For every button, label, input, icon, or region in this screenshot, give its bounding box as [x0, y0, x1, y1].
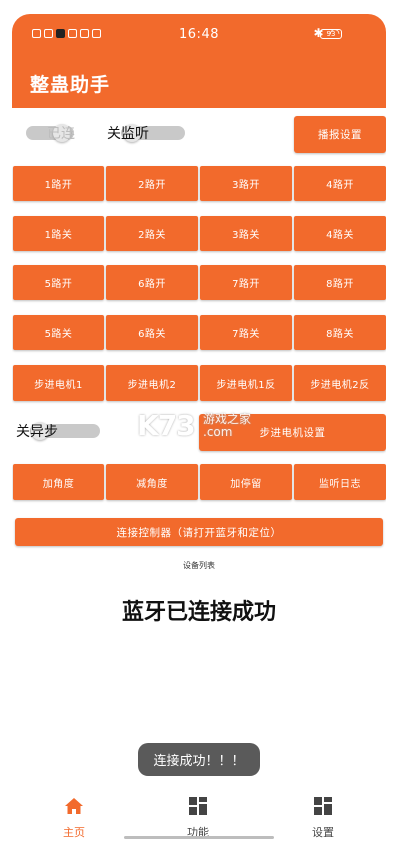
watermark-logo: K73 [137, 409, 196, 442]
app-frame: 16:48 ✱ ◠ 93 整蛊助手 已连 关监听 播报设置 1路开 2路开 3路… [12, 14, 386, 840]
tab-functions[interactable]: 功能 [158, 796, 238, 840]
page-title: 整蛊助手 [30, 74, 111, 96]
home-indicator[interactable] [124, 836, 274, 839]
reduce-angle-button[interactable]: 减角度 [106, 464, 198, 500]
async-toggle[interactable]: 关异步 [16, 420, 100, 442]
channel-2-off-button[interactable]: 2路关 [106, 216, 198, 251]
stepper-1-reverse-button[interactable]: 步进电机1反 [200, 365, 292, 401]
connect-controller-button[interactable]: 连接控制器（请打开蓝牙和定位） [15, 518, 383, 546]
tab-settings-label: 设置 [312, 826, 334, 839]
battery-icon: 93 [320, 29, 342, 39]
channel-8-on-button[interactable]: 8路开 [294, 265, 386, 300]
channel-3-on-button[interactable]: 3路开 [200, 166, 292, 201]
status-bar: 16:48 ✱ ◠ 93 [12, 14, 386, 54]
channel-3-off-button[interactable]: 3路关 [200, 216, 292, 251]
connection-toggle-label: 已连 [47, 126, 75, 142]
channel-2-on-button[interactable]: 2路开 [106, 166, 198, 201]
tab-home[interactable]: 主页 [34, 796, 114, 840]
channel-4-on-button[interactable]: 4路开 [294, 166, 386, 201]
connection-toggle[interactable]: 已连 [26, 122, 86, 144]
site-watermark: K73 游戏之家 .com [137, 409, 251, 442]
channel-5-on-button[interactable]: 5路开 [13, 265, 104, 300]
app-header: 16:48 ✱ ◠ 93 整蛊助手 [12, 14, 386, 108]
monitor-toggle[interactable]: 关监听 [107, 122, 187, 144]
device-list-label: 设备列表 [183, 561, 215, 570]
connection-status-text: 蓝牙已连接成功 [121, 600, 276, 625]
broadcast-settings-button[interactable]: 播报设置 [294, 116, 386, 153]
channel-6-off-button[interactable]: 6路关 [106, 315, 198, 350]
monitor-toggle-label: 关监听 [107, 126, 149, 142]
channel-1-off-button[interactable]: 1路关 [13, 216, 104, 251]
channel-7-on-button[interactable]: 7路开 [200, 265, 292, 300]
channel-1-on-button[interactable]: 1路开 [13, 166, 104, 201]
stepper-1-button[interactable]: 步进电机1 [13, 365, 104, 401]
bottom-tab-bar: 主页 功能 设置 [12, 790, 386, 840]
home-icon [65, 798, 83, 814]
async-toggle-label: 关异步 [16, 424, 58, 440]
add-pause-button[interactable]: 加停留 [200, 464, 292, 500]
phone-screen: 16:48 ✱ ◠ 93 整蛊助手 已连 关监听 播报设置 1路开 2路开 3路… [0, 0, 402, 849]
monitor-log-button[interactable]: 监听日志 [294, 464, 386, 500]
tab-settings[interactable]: 设置 [283, 796, 363, 840]
add-angle-button[interactable]: 加角度 [13, 464, 104, 500]
channel-7-off-button[interactable]: 7路关 [200, 315, 292, 350]
channel-8-off-button[interactable]: 8路关 [294, 315, 386, 350]
watermark-domain: .com [203, 425, 233, 439]
stepper-2-button[interactable]: 步进电机2 [106, 365, 198, 401]
tab-home-label: 主页 [63, 826, 85, 839]
channel-4-off-button[interactable]: 4路关 [294, 216, 386, 251]
channel-5-off-button[interactable]: 5路关 [13, 315, 104, 350]
stepper-2-reverse-button[interactable]: 步进电机2反 [294, 365, 386, 401]
channel-6-on-button[interactable]: 6路开 [106, 265, 198, 300]
grid-icon [314, 797, 332, 815]
toast-message: 连接成功！！！ [138, 743, 260, 776]
grid-icon [189, 797, 207, 815]
